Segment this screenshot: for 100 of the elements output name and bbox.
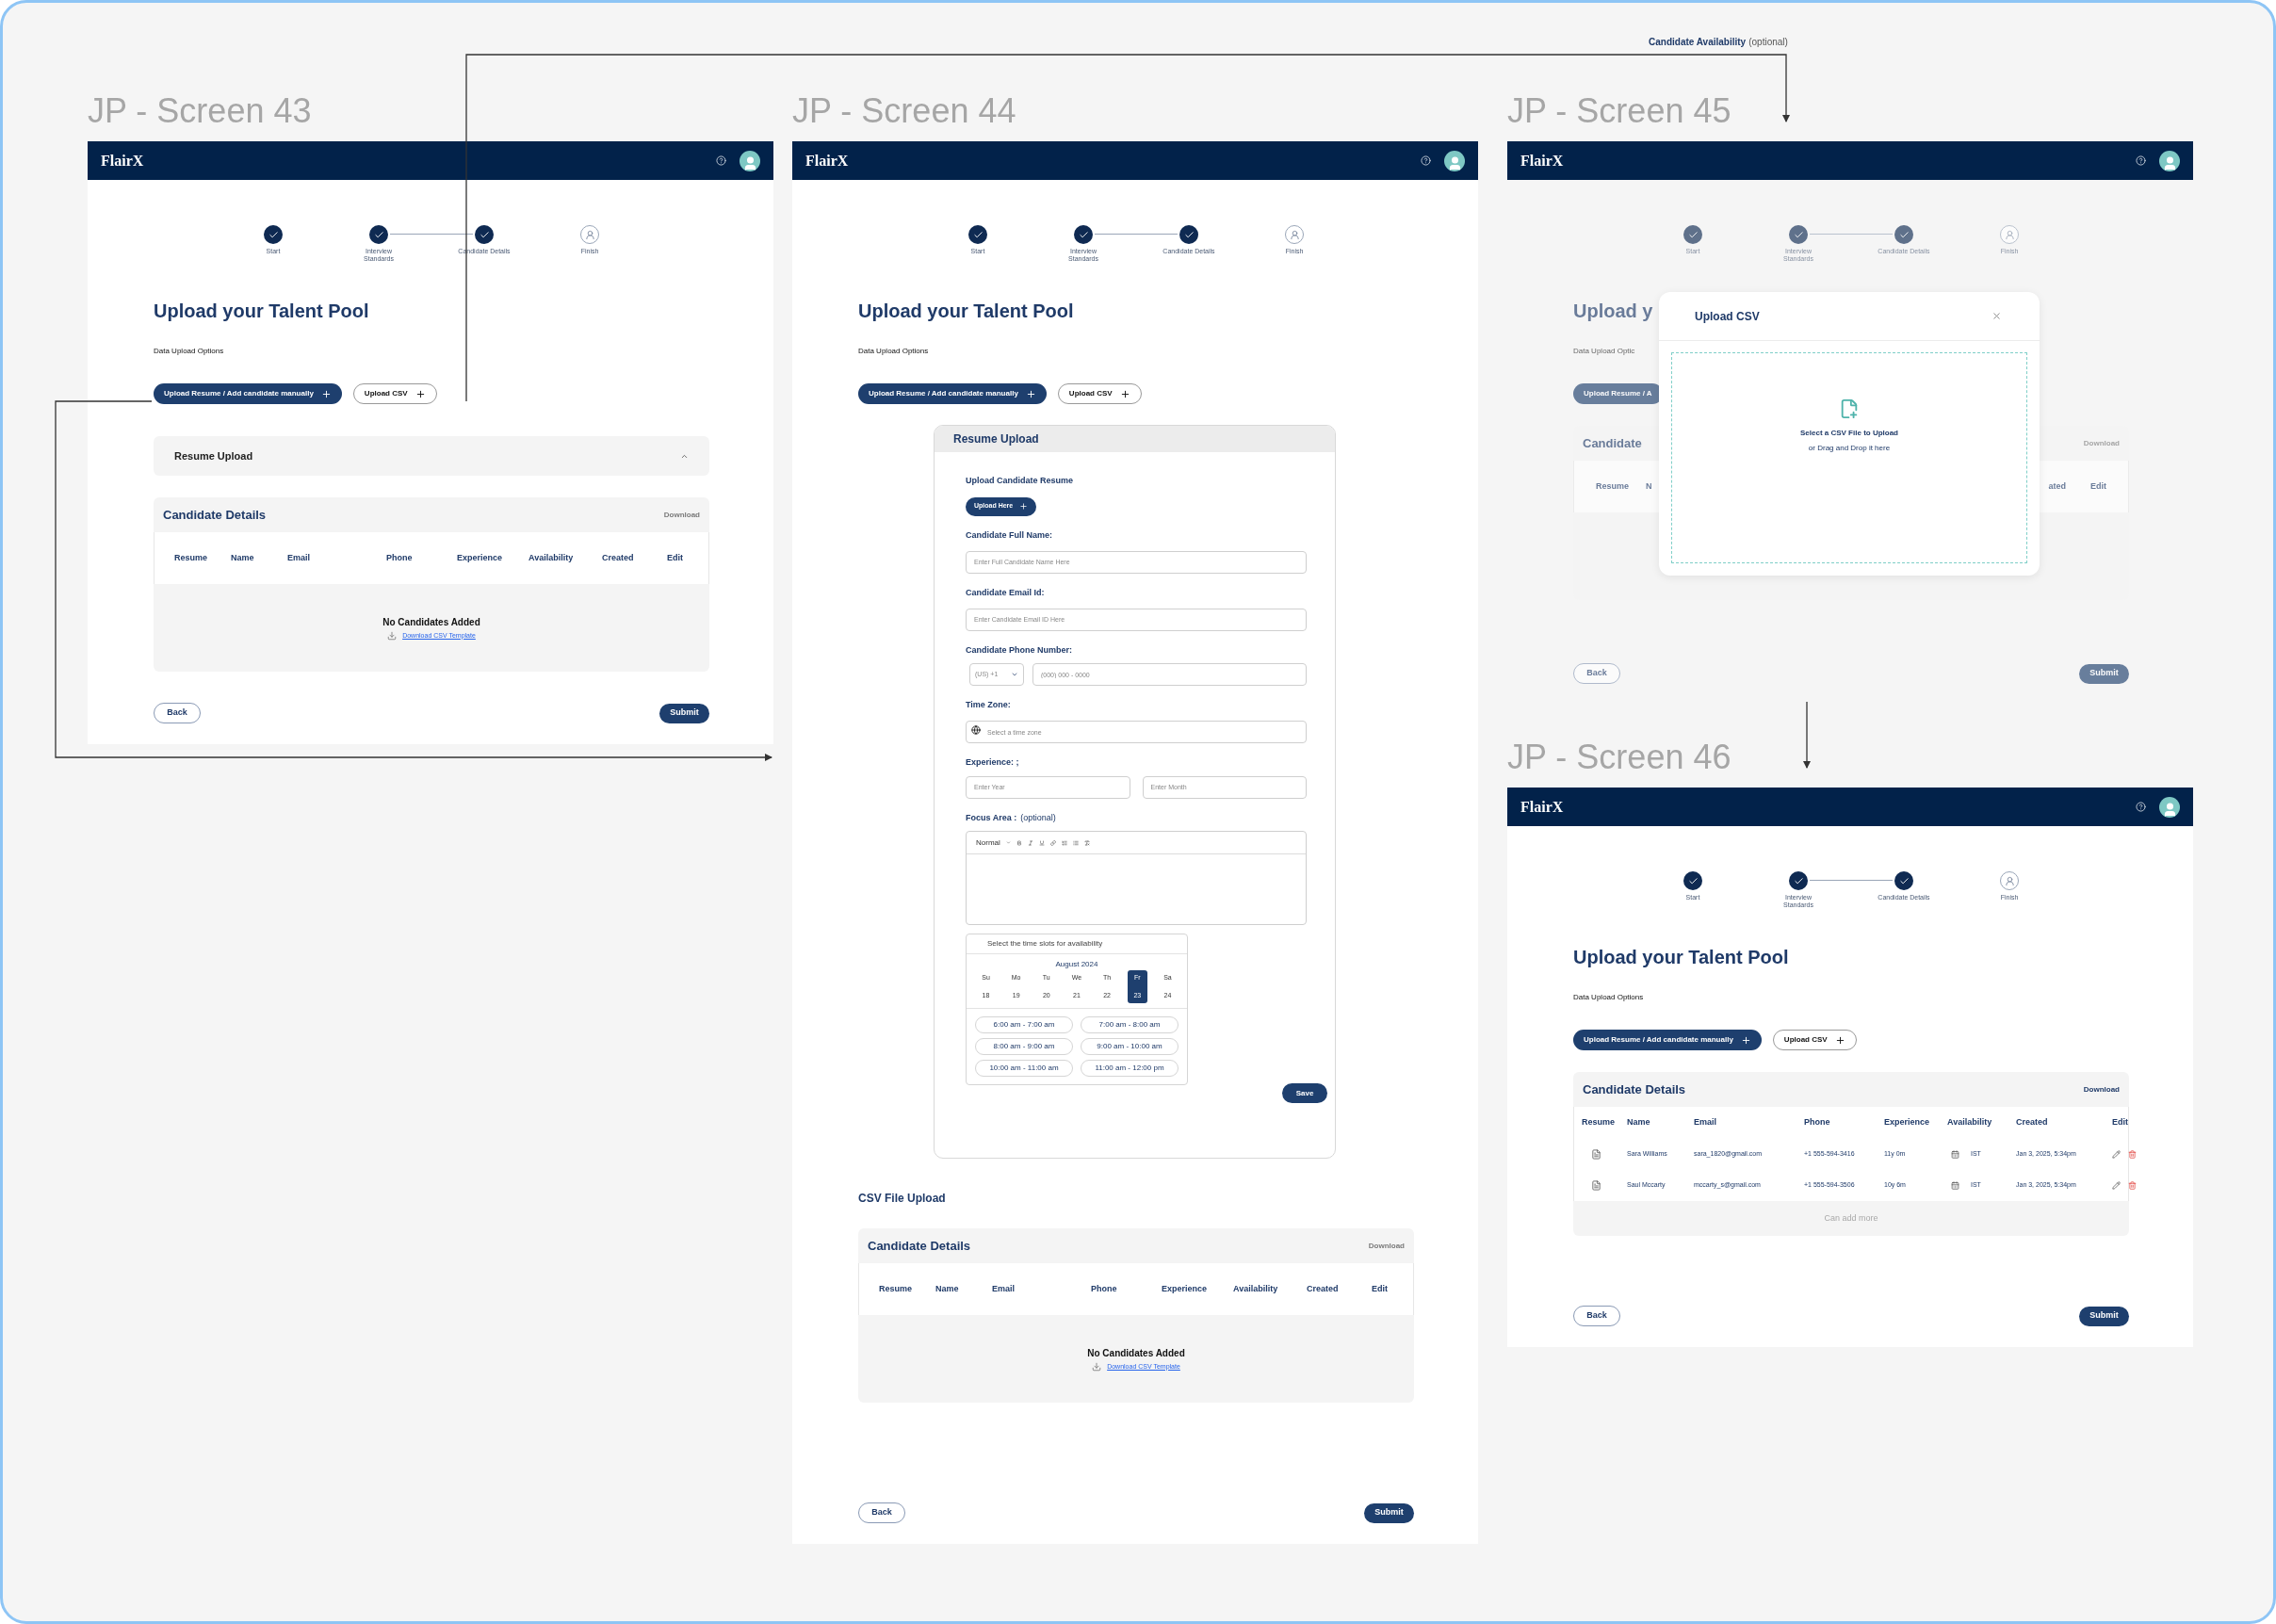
field-label: Candidate Phone Number:	[966, 643, 1072, 657]
upload-option-button[interactable]: Upload CSV	[1057, 383, 1142, 404]
document-icon[interactable]	[1591, 1180, 1601, 1191]
avatar-icon[interactable]	[2159, 796, 2180, 818]
calendar-icon[interactable]	[1951, 1181, 1959, 1190]
help-icon[interactable]	[716, 155, 726, 166]
column-header: Phone	[1091, 1282, 1118, 1295]
help-icon[interactable]	[2136, 155, 2146, 166]
document-icon[interactable]	[1591, 1149, 1601, 1160]
submit-button[interactable]: Submit	[659, 703, 709, 723]
annotation-note: (optional)	[1748, 36, 1788, 49]
column-header: Experience	[1884, 1116, 1931, 1129]
link-icon[interactable]	[1049, 839, 1056, 846]
help-icon[interactable]	[2136, 802, 2146, 812]
column-header: ated	[2048, 479, 2066, 493]
column-header: Phone	[1804, 1116, 1831, 1129]
plus-icon	[1019, 502, 1029, 511]
column-header: Availability	[528, 551, 575, 564]
submit-button[interactable]: Submit	[1364, 1502, 1414, 1523]
column-header: Name	[231, 551, 255, 564]
accordion-header[interactable]: Resume Upload	[154, 436, 709, 476]
section-label: Upload Candidate Resume	[966, 475, 1075, 487]
upload-option-button[interactable]: Upload CSV	[1772, 1030, 1857, 1050]
edit-icon[interactable]	[2112, 1150, 2121, 1159]
column-header: Edit	[2090, 479, 2106, 493]
delete-icon[interactable]	[2128, 1150, 2137, 1159]
underline-icon[interactable]	[1038, 839, 1045, 846]
upload-option-button[interactable]: Upload CSV	[352, 383, 437, 404]
avatar-icon[interactable]	[1444, 150, 1465, 171]
plus-icon	[1740, 1034, 1751, 1046]
screen-title: JP - Screen 46	[1507, 739, 1732, 776]
back-button[interactable]: Back	[1573, 1306, 1620, 1326]
bullet-list-icon[interactable]	[1072, 839, 1079, 846]
drop-prompt: Select a CSV File to Upload	[1800, 428, 1898, 439]
section-heading: CSV File Upload	[858, 1191, 946, 1207]
column-header: Resume	[174, 551, 208, 564]
column-header: Experience	[457, 551, 504, 564]
save-button[interactable]: Save	[1282, 1083, 1327, 1103]
column-header: Resume	[1582, 1116, 1616, 1129]
annotation-label: Candidate Availability	[1649, 36, 1747, 49]
logo: FlairX	[1520, 151, 1564, 171]
column-header: Created	[602, 551, 635, 564]
avatar-icon[interactable]	[2159, 150, 2180, 171]
file-plus-icon	[1839, 398, 1860, 419]
card-title: Resume Upload	[953, 431, 1039, 447]
month-label: August 2024	[1054, 959, 1099, 970]
download-icon	[1092, 1362, 1102, 1372]
close-icon[interactable]	[1992, 311, 2002, 321]
column-header: Resume	[1596, 479, 1629, 493]
submit-button[interactable]: Submit	[2079, 1306, 2129, 1326]
table-title: Candidate Details	[163, 506, 267, 524]
ordered-list-icon[interactable]	[1061, 839, 1067, 846]
plus-icon	[1025, 388, 1036, 399]
avatar-icon[interactable]	[740, 150, 760, 171]
column-header: Name	[1627, 1116, 1651, 1129]
column-header: Name	[935, 1282, 960, 1295]
empty-message: No Candidates Added	[1087, 1346, 1185, 1360]
upload-option-button[interactable]: Upload Resume / Add candidate manually	[1573, 1030, 1762, 1050]
submit-button[interactable]: Submit	[2079, 663, 2129, 684]
column-header: Phone	[386, 551, 414, 564]
edit-icon[interactable]	[2112, 1181, 2121, 1190]
screen-title: JP - Screen 43	[88, 92, 313, 130]
column-header: Email	[287, 551, 311, 564]
field-label: Focus Area :	[966, 811, 1017, 824]
screen-title: JP - Screen 45	[1507, 92, 1732, 130]
upload-option-button[interactable]: Upload Resume / Add candidate manually	[858, 383, 1047, 404]
logo: FlairX	[1520, 797, 1564, 817]
plus-icon	[1119, 388, 1130, 399]
back-button[interactable]: Back	[154, 703, 201, 723]
table-title: Candidate	[1583, 434, 1642, 452]
field-label: Candidate Email Id:	[966, 586, 1045, 599]
field-label: Time Zone:	[966, 699, 1011, 711]
page-heading: Upload your Talent Pool	[1573, 946, 1789, 969]
column-header: Experience	[1162, 1282, 1209, 1295]
back-button[interactable]: Back	[1573, 663, 1620, 684]
empty-message: No Candidates Added	[382, 615, 480, 629]
chevron-down-icon	[1011, 671, 1018, 678]
italic-icon[interactable]	[1027, 839, 1033, 846]
logo: FlairX	[805, 151, 849, 171]
column-header: N	[1646, 479, 1652, 493]
column-header: Email	[1694, 1116, 1717, 1129]
drop-zone[interactable]: Select a CSV File to Upload or Drag and Drop it here	[1671, 352, 2027, 563]
field-label: Experience: ;	[966, 756, 1019, 769]
rich-text-editor[interactable]: Normal	[966, 831, 1307, 925]
column-header: Created	[1307, 1282, 1340, 1295]
clear-format-icon[interactable]	[1083, 839, 1090, 846]
help-icon[interactable]	[1421, 155, 1431, 166]
logo: FlairX	[101, 151, 144, 171]
column-header: Created	[2016, 1116, 2049, 1129]
table-title: Candidate Details	[868, 1237, 971, 1255]
text-style-select[interactable]: Normal	[976, 836, 1000, 849]
bold-icon[interactable]	[1016, 839, 1022, 846]
download-link[interactable]: Download	[663, 509, 700, 521]
download-link[interactable]: Download	[2083, 1083, 2120, 1096]
back-button[interactable]: Back	[858, 1502, 905, 1523]
delete-icon[interactable]	[2128, 1181, 2137, 1190]
calendar-icon[interactable]	[1951, 1150, 1959, 1159]
download-icon	[387, 631, 398, 641]
upload-option-button[interactable]: Upload Resume / Add candidate manually	[154, 383, 342, 404]
download-link[interactable]: Download	[1368, 1240, 1405, 1252]
